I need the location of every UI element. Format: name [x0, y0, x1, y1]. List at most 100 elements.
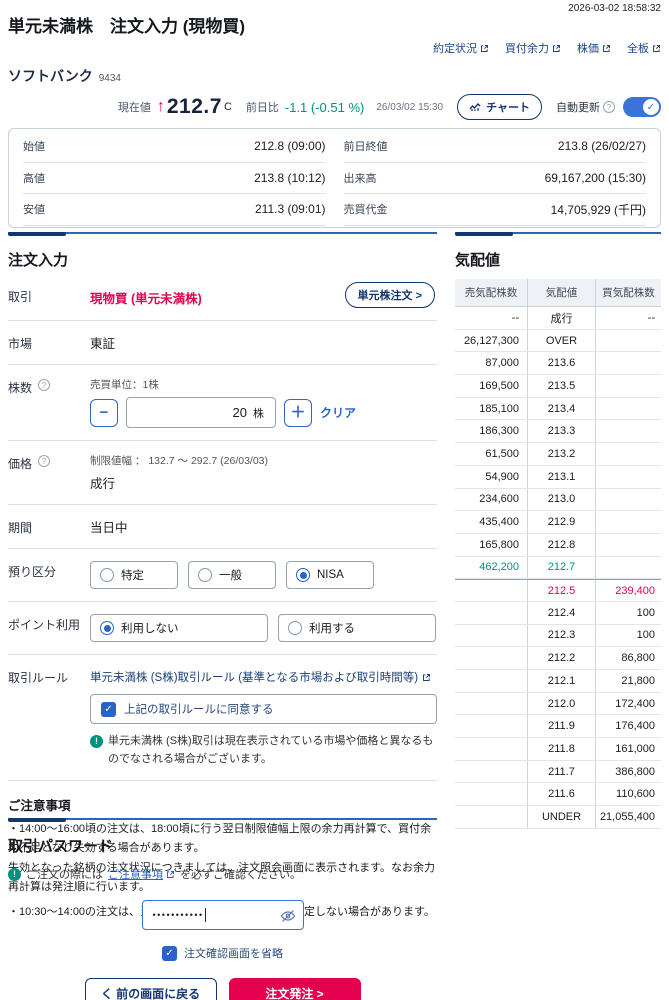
summary-row: 始値 212.8 (09:00) — [23, 131, 326, 163]
order-book-section: 気配値 売気配株数 気配値 買気配株数 -- 成行 -- 26,127,300 OVER 87,… — [455, 232, 661, 829]
header-link[interactable]: 約定状況 — [433, 40, 489, 56]
order-book-row: 234,600 213.0 — [455, 488, 661, 512]
caution-link[interactable]: ご注意事項 — [108, 866, 175, 882]
password-section: 取引パスワード ! ご注文の際には ご注意事項 を必ずご確認ください。 ••••… — [8, 818, 437, 1000]
quote-price: OVER — [527, 329, 595, 352]
quantity-help-icon[interactable]: ? — [38, 379, 51, 391]
quantity-input[interactable]: 20 株 — [126, 397, 276, 428]
sell-quantity: 87,000 — [485, 357, 519, 370]
order-book-row: 87,000 213.6 — [455, 352, 661, 376]
quote-price: 212.5 — [527, 580, 595, 601]
external-link-icon — [167, 870, 174, 878]
header-link[interactable]: 株価 — [577, 40, 611, 56]
trade-rule-label: 取引ルール — [8, 671, 69, 685]
trade-rule-link[interactable]: 単元未満株 (S株)取引ルール (基準となる市場および取引時間等) — [90, 667, 437, 685]
radio-icon — [288, 621, 302, 635]
auto-update-toggle[interactable]: ✓ — [623, 97, 661, 117]
buy-quantity — [595, 397, 661, 420]
quote-price: 212.3 — [527, 624, 595, 647]
summary-row: 出来高 69,167,200 (15:30) — [343, 163, 646, 194]
buy-quantity: 86,800 — [595, 647, 661, 669]
account-type-options: 特定 一般 NISA — [90, 561, 437, 589]
current-price: 212.7 — [166, 95, 222, 118]
rule-agree-checkbox[interactable]: ✓ 上記の取引ルールに同意する — [90, 694, 437, 724]
quote-price: 212.8 — [527, 533, 595, 556]
radio-option-利用する[interactable]: 利用する — [278, 614, 436, 642]
quote-price: 211.6 — [527, 783, 595, 806]
sell-quantity — [455, 580, 527, 601]
quote-price: 212.9 — [527, 511, 595, 533]
sell-quantity: 165,800 — [479, 538, 519, 551]
order-book-row: 61,500 213.2 — [455, 443, 661, 466]
radio-option-一般[interactable]: 一般 — [188, 561, 276, 589]
sell-quantity: 185,100 — [479, 402, 519, 415]
order-book-row: -- 成行 -- — [455, 307, 661, 330]
up-arrow-icon: ↑ — [156, 98, 165, 115]
sell-quantity — [455, 783, 527, 805]
sell-quantity — [455, 715, 527, 737]
price-time: 26/03/02 15:30 — [376, 101, 444, 113]
chart-button-label: チャート — [486, 102, 530, 114]
sell-quantity: 54,900 — [485, 470, 519, 483]
summary-label: 安値 — [23, 204, 45, 217]
external-link-icon — [603, 44, 610, 52]
help-icon[interactable]: ? — [603, 101, 615, 113]
quote-price: 212.2 — [527, 647, 595, 669]
chart-button[interactable]: チャート — [457, 94, 542, 120]
buy-quantity: 100 — [595, 624, 661, 647]
radio-option-NISA[interactable]: NISA — [286, 561, 374, 589]
market-value: 東証 — [90, 337, 116, 351]
password-input[interactable]: ••••••••••• — [141, 900, 304, 930]
quote-price: UNDER — [527, 806, 595, 828]
rule-note: ! 単元未満株 (S株)取引は現在表示されている市場や価格と異なるものでなされる… — [90, 733, 437, 768]
order-book-heading: 気配値 — [455, 252, 501, 269]
password-heading: 取引パスワード — [8, 838, 114, 855]
quantity-row: 株数? 売買単位：1株 − 20 株 ＋ クリア — [8, 365, 437, 441]
summary-value: 211.3 (09:01) — [255, 202, 326, 217]
info-icon: ! — [8, 867, 21, 881]
skip-confirm-checkbox[interactable]: ✓ 注文確認画面を省略 — [8, 945, 437, 961]
order-book-row: 169,500 213.5 — [455, 375, 661, 398]
quantity-minus-button[interactable]: − — [90, 398, 118, 427]
back-button[interactable]: く 前の画面に戻る — [84, 978, 217, 1000]
sell-quantity — [455, 625, 527, 647]
submit-order-button[interactable]: 注文発注 > — [228, 978, 361, 1000]
radio-option-利用しない[interactable]: 利用しない — [90, 614, 268, 642]
summary-row: 安値 211.3 (09:01) — [23, 194, 326, 226]
quote-price: 213.3 — [527, 420, 595, 443]
order-book-row: 165,800 212.8 — [455, 533, 661, 557]
radio-option-特定[interactable]: 特定 — [90, 561, 178, 589]
quantity-plus-button[interactable]: ＋ — [284, 398, 312, 427]
header-link[interactable]: 買付余力 — [505, 40, 561, 56]
stock-name: ソフトバンク — [8, 68, 93, 84]
quote-price: 213.6 — [527, 352, 595, 375]
skip-confirm-label: 注文確認画面を省略 — [184, 948, 283, 960]
unit-order-button[interactable]: 単元株注文 > — [344, 282, 435, 308]
caution-heading: ご注意事項 — [8, 799, 71, 814]
eye-off-icon[interactable] — [280, 908, 296, 924]
quantity-label: 株数 — [8, 381, 33, 395]
quote-price: 213.0 — [527, 488, 595, 511]
clear-button[interactable]: クリア — [320, 404, 356, 421]
buy-quantity — [595, 556, 661, 579]
order-book-row: UNDER 21,055,400 — [455, 806, 661, 829]
period-value: 当日中 — [90, 521, 128, 535]
header-link[interactable]: 全板 — [627, 40, 661, 56]
sell-quantity: 169,500 — [479, 379, 519, 392]
order-type-value: 成行 — [90, 477, 116, 491]
page-timestamp: 2026-03-02 18:58:32 — [568, 3, 661, 14]
price-change: -1.1 (-0.51 %) — [284, 99, 365, 115]
buy-quantity: 161,000 — [595, 738, 661, 760]
buy-quantity — [595, 443, 661, 465]
password-masked-value: ••••••••••• — [152, 910, 204, 920]
price-help-icon[interactable]: ? — [38, 455, 51, 467]
quote-price: 212.4 — [527, 601, 595, 624]
auto-update-label: 自動更新 — [556, 102, 600, 114]
quote-price: 213.4 — [527, 397, 595, 420]
summary-label: 売買代金 — [343, 204, 388, 217]
section-accent-bar — [455, 232, 661, 236]
sell-quantity — [455, 693, 527, 715]
summary-label: 前日終値 — [343, 141, 388, 154]
summary-label: 出来高 — [343, 172, 377, 185]
buy-quantity — [595, 352, 661, 375]
